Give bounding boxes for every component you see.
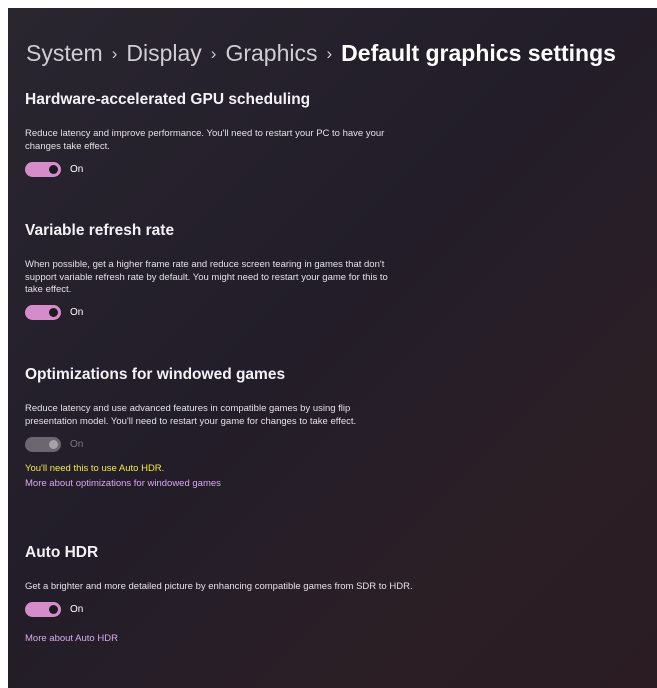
toggle-knob bbox=[49, 439, 58, 449]
section-title: Hardware-accelerated GPU scheduling bbox=[25, 91, 311, 108]
gpu-scheduling-toggle-row: On bbox=[25, 161, 625, 177]
section-description: Reduce latency and improve performance. … bbox=[25, 128, 385, 152]
toggle-knob bbox=[49, 164, 58, 174]
auto-hdr-link[interactable]: More about Auto HDR bbox=[25, 633, 625, 645]
section-title: Variable refresh rate bbox=[25, 222, 175, 239]
toggle-knob bbox=[49, 308, 58, 317]
section-title: Optimizations for windowed games bbox=[25, 366, 286, 383]
section-auto-hdr: Auto HDR Get a brighter and more detaile… bbox=[25, 543, 625, 645]
breadcrumb-separator-icon: › bbox=[326, 44, 333, 63]
section-variable-refresh-rate: Variable refresh rate When possible, get… bbox=[25, 221, 625, 321]
breadcrumb-display[interactable]: Display bbox=[126, 40, 201, 66]
gpu-scheduling-toggle[interactable] bbox=[25, 161, 61, 177]
auto-hdr-toggle[interactable] bbox=[25, 602, 61, 617]
section-title: Auto HDR bbox=[25, 544, 99, 561]
section-gpu-scheduling: Hardware-accelerated GPU scheduling Redu… bbox=[25, 90, 625, 177]
auto-hdr-requirement-note: You'll need this to use Auto HDR. bbox=[25, 463, 165, 474]
windowed-optimizations-link[interactable]: More about optimizations for windowed ga… bbox=[25, 478, 625, 490]
windowed-optimizations-toggle-row: On bbox=[25, 436, 625, 452]
variable-refresh-toggle[interactable] bbox=[25, 305, 61, 320]
toggle-label: On bbox=[70, 307, 84, 318]
toggle-label: On bbox=[70, 604, 84, 615]
toggle-knob bbox=[49, 605, 58, 614]
breadcrumb-system[interactable]: System bbox=[26, 40, 103, 66]
toggle-label: On bbox=[70, 438, 84, 450]
section-description: When possible, get a higher frame rate a… bbox=[25, 259, 388, 295]
section-description: Reduce latency and use advanced features… bbox=[25, 403, 357, 427]
section-description: Get a brighter and more detailed picture… bbox=[25, 581, 413, 592]
settings-window: System › Display › Graphics › Default graphics… bbox=[8, 8, 657, 688]
page-title: Default graphics settings bbox=[341, 40, 616, 66]
breadcrumb-separator-icon: › bbox=[111, 44, 118, 63]
breadcrumb-graphics[interactable]: Graphics bbox=[225, 40, 317, 66]
breadcrumb-separator-icon: › bbox=[210, 44, 217, 63]
toggle-label: On bbox=[70, 163, 84, 175]
auto-hdr-toggle-row: On bbox=[25, 602, 625, 618]
variable-refresh-toggle-row: On bbox=[25, 305, 625, 321]
section-windowed-optimizations: Optimizations for windowed games Reduce … bbox=[25, 365, 625, 490]
windowed-optimizations-toggle[interactable] bbox=[25, 436, 61, 452]
breadcrumb: System › Display › Graphics › Default graphics… bbox=[26, 38, 616, 71]
